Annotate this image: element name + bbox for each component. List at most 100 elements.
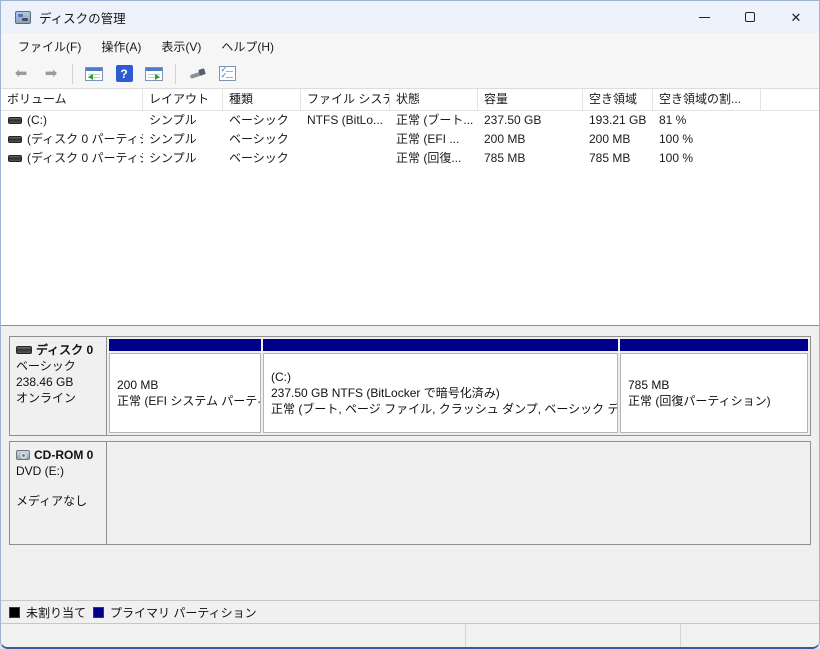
close-icon: ✕: [791, 11, 802, 24]
partition-c[interactable]: (C:) 237.50 GB NTFS (BitLocker で暗号化済み) 正…: [263, 339, 618, 433]
menu-file[interactable]: ファイル(F): [9, 34, 90, 59]
volume-icon: [8, 117, 22, 124]
primary-partition-strip: [263, 339, 618, 351]
cdrom-header[interactable]: CD-ROM 0 DVD (E:) メディアなし: [10, 442, 107, 544]
checklist-button[interactable]: [215, 62, 239, 86]
legend-primary-partition: プライマリ パーティション: [93, 604, 257, 621]
cell-status: 正常 (EFI ...: [390, 130, 478, 149]
cell-layout: シンプル: [143, 149, 223, 168]
cell-free-pct: 100 %: [653, 130, 761, 149]
disk0-type: ベーシック: [16, 358, 100, 374]
unallocated-swatch-icon: [9, 607, 20, 618]
console-window-left-icon: [85, 67, 103, 81]
cell-free-pct: 100 %: [653, 149, 761, 168]
cell-type: ベーシック: [223, 149, 301, 168]
col-layout[interactable]: レイアウト: [143, 89, 223, 111]
partition-status: 正常 (EFI システム パーティ: [117, 393, 253, 409]
cell-volume: (ディスク 0 パーティシ...: [27, 130, 143, 149]
disk-management-window: ディスクの管理 ✕ ファイル(F) 操作(A) 表示(V) ヘルプ(H) ⬅ ➡…: [0, 0, 820, 649]
toolbar: ⬅ ➡ ?: [1, 59, 819, 89]
console-tree-button[interactable]: [82, 62, 106, 86]
close-button[interactable]: ✕: [773, 1, 819, 33]
status-segment: [681, 624, 819, 647]
volume-list: ボリューム レイアウト 種類 ファイル システム 状態 容量 空き領域 空き領域…: [1, 89, 819, 325]
col-type[interactable]: 種類: [223, 89, 301, 111]
cell-capacity: 200 MB: [478, 130, 583, 149]
col-capacity[interactable]: 容量: [478, 89, 583, 111]
disk0-status: オンライン: [16, 390, 100, 406]
cell-type: ベーシック: [223, 111, 301, 130]
col-free-space[interactable]: 空き領域: [583, 89, 653, 111]
legend-bar: 未割り当て プライマリ パーティション: [1, 600, 819, 623]
titlebar: ディスクの管理 ✕: [1, 1, 819, 33]
cell-filesystem: [301, 130, 390, 149]
forward-button[interactable]: ➡: [39, 62, 63, 86]
partition-recovery[interactable]: 785 MB 正常 (回復パーティション): [620, 339, 808, 433]
partition-size: 785 MB: [628, 377, 800, 393]
partition-efi[interactable]: 200 MB 正常 (EFI システム パーティ: [109, 339, 261, 433]
cdrom-drive-letter: DVD (E:): [16, 463, 100, 479]
cell-type: ベーシック: [223, 130, 301, 149]
disk0-name: ディスク 0: [36, 342, 93, 358]
help-icon: ?: [116, 65, 133, 82]
back-button[interactable]: ⬅: [9, 62, 33, 86]
partition-size: 237.50 GB NTFS (BitLocker で暗号化済み): [271, 385, 610, 401]
checklist-icon: [219, 66, 236, 81]
menubar: ファイル(F) 操作(A) 表示(V) ヘルプ(H): [1, 33, 819, 59]
volume-table-header: ボリューム レイアウト 種類 ファイル システム 状態 容量 空き領域 空き領域…: [1, 89, 819, 111]
disk0-row: ディスク 0 ベーシック 238.46 GB オンライン 200 MB 正常 (…: [9, 336, 811, 436]
back-arrow-icon: ⬅: [15, 66, 28, 81]
toolbar-separator: [72, 64, 73, 84]
cell-capacity: 785 MB: [478, 149, 583, 168]
col-filesystem[interactable]: ファイル システム: [301, 89, 390, 111]
cdrom-row: CD-ROM 0 DVD (E:) メディアなし: [9, 441, 811, 545]
status-segment: [1, 624, 466, 647]
cell-filesystem: NTFS (BitLo...: [301, 111, 390, 130]
disk0-size: 238.46 GB: [16, 374, 100, 390]
cell-layout: シンプル: [143, 130, 223, 149]
help-button[interactable]: ?: [112, 62, 136, 86]
console-window-right-icon: [145, 67, 163, 81]
status-bar: [1, 623, 819, 647]
table-row[interactable]: (ディスク 0 パーティシ... シンプル ベーシック 正常 (回復... 78…: [1, 149, 819, 168]
primary-partition-swatch-icon: [93, 607, 104, 618]
table-row[interactable]: (C:) シンプル ベーシック NTFS (BitLo... 正常 (ブート..…: [1, 111, 819, 130]
partition-size: 200 MB: [117, 377, 253, 393]
menu-help[interactable]: ヘルプ(H): [212, 34, 283, 59]
maximize-icon: [745, 12, 755, 22]
minimize-icon: [699, 17, 710, 18]
maximize-button[interactable]: [727, 1, 773, 33]
cell-free-pct: 81 %: [653, 111, 761, 130]
col-status[interactable]: 状態: [390, 89, 478, 111]
window-title: ディスクの管理: [39, 8, 126, 27]
cdrom-icon: [16, 450, 30, 460]
cell-free: 785 MB: [583, 149, 653, 168]
partition-status: 正常 (ブート, ページ ファイル, クラッシュ ダンプ, ベーシック データ …: [271, 401, 610, 417]
col-volume[interactable]: ボリューム: [1, 89, 143, 111]
col-empty: [761, 89, 819, 111]
cdrom-body[interactable]: [107, 442, 810, 544]
cell-free: 193.21 GB: [583, 111, 653, 130]
cell-layout: シンプル: [143, 111, 223, 130]
toolbar-separator: [175, 64, 176, 84]
table-row[interactable]: (ディスク 0 パーティシ... シンプル ベーシック 正常 (EFI ... …: [1, 130, 819, 149]
status-segment: [466, 624, 681, 647]
menu-action[interactable]: 操作(A): [92, 34, 150, 59]
action-pane-button[interactable]: [142, 62, 166, 86]
cdrom-media-status: メディアなし: [16, 493, 100, 509]
legend-label: 未割り当て: [26, 604, 86, 621]
col-free-pct[interactable]: 空き領域の割...: [653, 89, 761, 111]
minimize-button[interactable]: [681, 1, 727, 33]
partition-name: (C:): [271, 369, 610, 385]
cdrom-name: CD-ROM 0: [34, 447, 93, 463]
tools-button[interactable]: [185, 62, 209, 86]
volume-icon: [8, 136, 22, 143]
menu-view[interactable]: 表示(V): [152, 34, 210, 59]
disk0-partitions: 200 MB 正常 (EFI システム パーティ (C:) 237.50 GB …: [107, 337, 810, 435]
cell-filesystem: [301, 149, 390, 168]
cell-capacity: 237.50 GB: [478, 111, 583, 130]
legend-unallocated: 未割り当て: [9, 604, 86, 621]
primary-partition-strip: [620, 339, 808, 351]
cell-volume: (ディスク 0 パーティシ...: [27, 149, 143, 168]
disk0-header[interactable]: ディスク 0 ベーシック 238.46 GB オンライン: [10, 337, 107, 435]
